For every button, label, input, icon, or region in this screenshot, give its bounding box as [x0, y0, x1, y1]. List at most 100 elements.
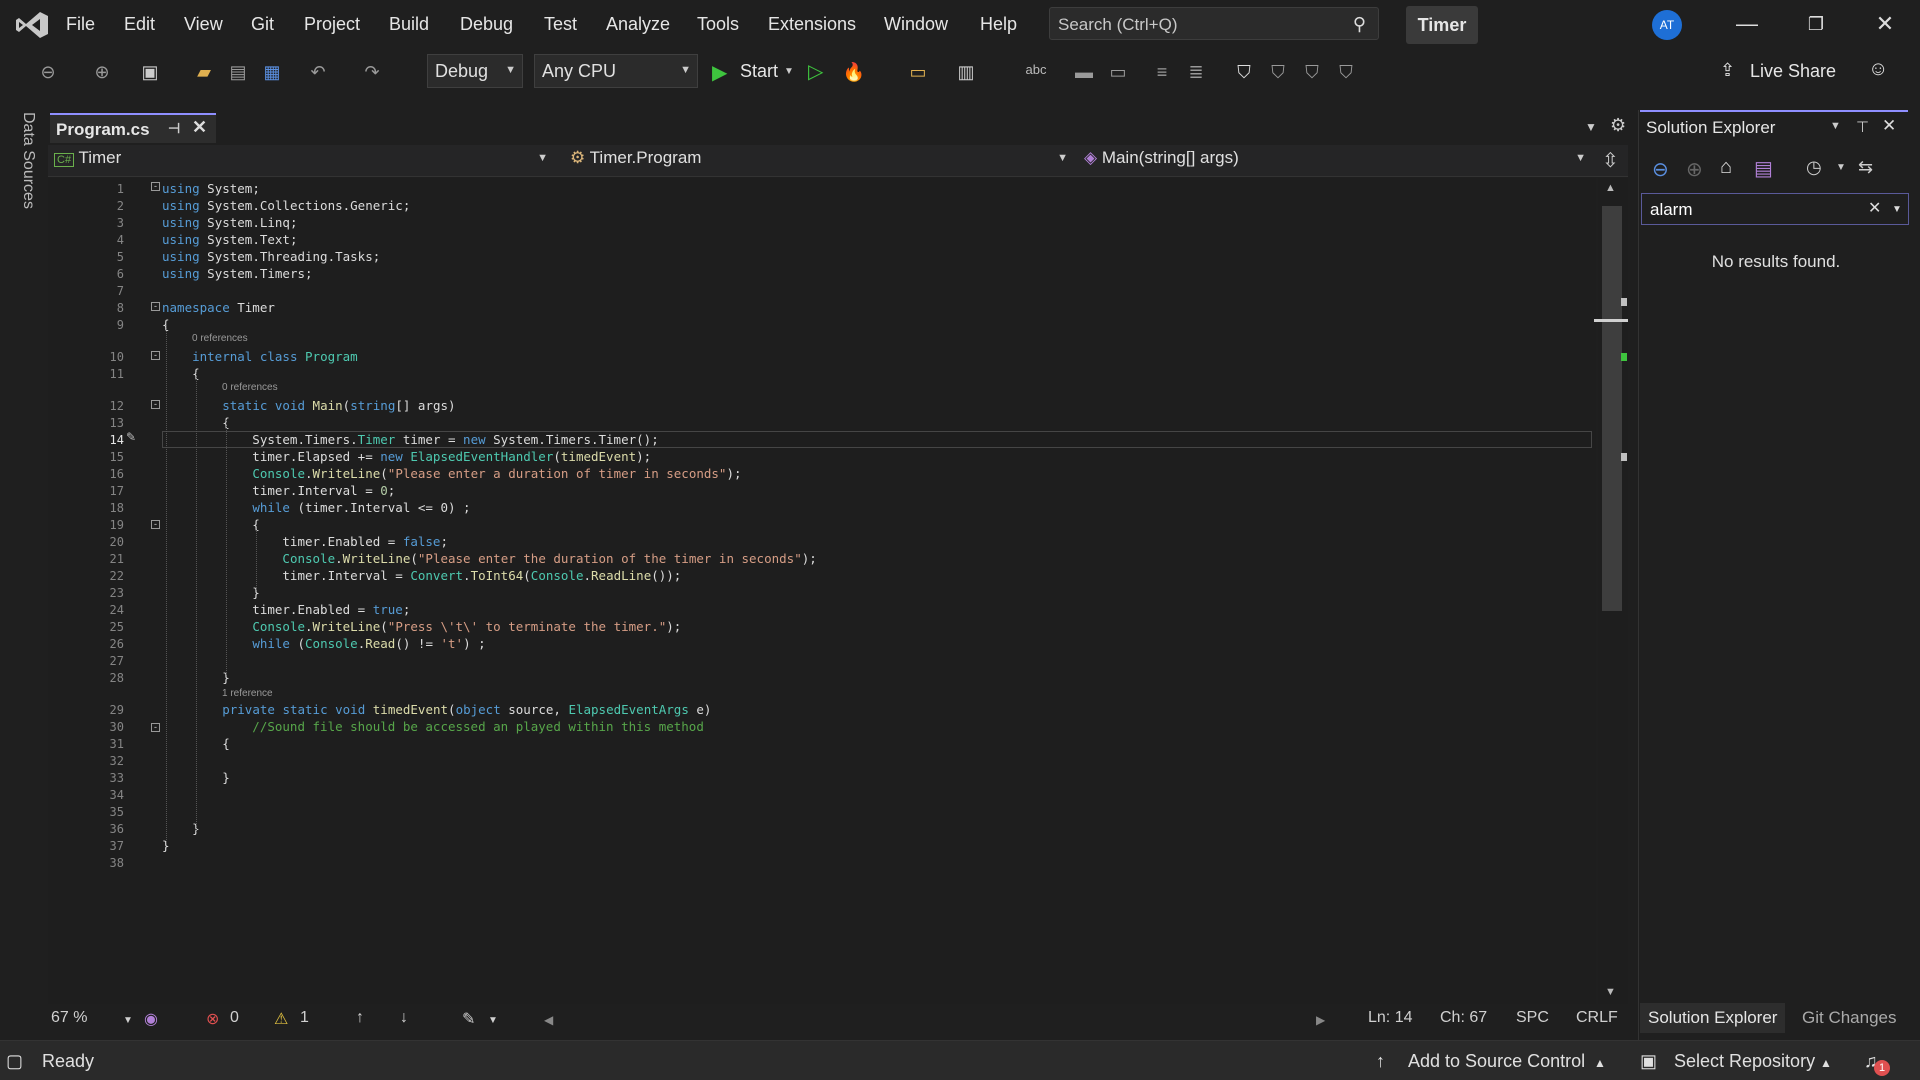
scroll-left-icon[interactable]: ◀: [544, 1013, 553, 1027]
code-line[interactable]: timer.Interval = Convert.ToInt64(Console…: [162, 568, 681, 583]
close-icon[interactable]: ✕: [1865, 8, 1905, 40]
code-line[interactable]: Console.WriteLine("Press \'t\' to termin…: [162, 619, 681, 634]
code-line[interactable]: {: [162, 366, 200, 381]
code-line[interactable]: using System;: [162, 181, 260, 196]
data-sources-tab[interactable]: Data Sources: [13, 112, 37, 232]
code-line[interactable]: //Sound file should be accessed an playe…: [162, 719, 704, 734]
member-dropdown[interactable]: ◈ Main(string[] args) ▼: [1084, 148, 1592, 174]
chevron-down-icon[interactable]: ▼: [1836, 162, 1846, 173]
line-position[interactable]: Ln: 14: [1368, 1009, 1412, 1027]
chevron-down-icon[interactable]: ▼: [488, 1015, 498, 1026]
save-all-icon[interactable]: ▦: [260, 60, 284, 84]
split-editor-icon[interactable]: ⇳: [1602, 148, 1619, 173]
switch-views-icon[interactable]: ▤: [1754, 156, 1773, 181]
bookmark-icon[interactable]: ⛉: [1232, 60, 1256, 84]
menu-item[interactable]: Build: [389, 14, 429, 35]
code-line[interactable]: Console.WriteLine("Please enter the dura…: [162, 551, 816, 566]
pin-icon[interactable]: ⊤: [1856, 118, 1869, 136]
save-icon[interactable]: ▤: [226, 60, 250, 84]
code-editor[interactable]: [48, 178, 1596, 1004]
undo-icon[interactable]: ↶: [306, 60, 330, 84]
code-line[interactable]: using System.Timers;: [162, 266, 313, 281]
start-play-icon[interactable]: ▶: [712, 60, 727, 85]
code-line[interactable]: timer.Enabled = false;: [162, 534, 448, 549]
menu-item[interactable]: View: [184, 14, 223, 35]
next-issue-icon[interactable]: ↓: [400, 1009, 408, 1027]
start-button[interactable]: Start: [740, 61, 778, 82]
close-panel-icon[interactable]: ✕: [1882, 116, 1896, 136]
line-ending[interactable]: CRLF: [1576, 1009, 1618, 1027]
clear-search-icon[interactable]: ✕: [1868, 198, 1881, 218]
code-line[interactable]: System.Timers.Timer timer = new System.T…: [162, 432, 658, 447]
start-without-debug-icon[interactable]: ▷: [808, 59, 823, 84]
feedback-icon[interactable]: ☺: [1868, 58, 1888, 81]
sync-icon[interactable]: ⇆: [1858, 157, 1873, 178]
uncomment-icon[interactable]: ▭: [1106, 60, 1130, 84]
panel-options-icon[interactable]: ▼: [1830, 120, 1841, 132]
code-cleanup-icon[interactable]: ✎: [462, 1009, 475, 1029]
code-line[interactable]: using System.Text;: [162, 232, 297, 247]
comment-icon[interactable]: ▬: [1072, 60, 1096, 84]
zoom-level[interactable]: 67 %: [51, 1009, 87, 1027]
back-icon[interactable]: ⊖: [1652, 157, 1669, 182]
menu-item[interactable]: Project: [304, 14, 360, 35]
menu-item[interactable]: Window: [884, 14, 948, 35]
code-line[interactable]: using System.Threading.Tasks;: [162, 249, 380, 264]
pin-icon[interactable]: ⊣: [168, 120, 180, 137]
collapse-icon[interactable]: -: [151, 520, 160, 529]
select-repository-button[interactable]: Select Repository: [1674, 1051, 1815, 1072]
back-icon[interactable]: ⊖: [36, 60, 60, 84]
code-line[interactable]: using System.Linq;: [162, 215, 297, 230]
code-line[interactable]: internal class Program: [162, 349, 358, 364]
error-count[interactable]: 0: [230, 1009, 239, 1027]
new-project-icon[interactable]: ▣: [138, 60, 162, 84]
avatar[interactable]: AT: [1652, 10, 1682, 40]
collapse-icon[interactable]: -: [151, 351, 160, 360]
home-icon[interactable]: ⌂: [1720, 156, 1732, 179]
collapse-icon[interactable]: -: [151, 400, 160, 409]
solution-name[interactable]: Timer: [1406, 6, 1478, 44]
code-line[interactable]: {: [162, 517, 260, 532]
previous-issue-icon[interactable]: ↑: [356, 1009, 364, 1027]
settings-gear-icon[interactable]: ⚙: [1610, 115, 1626, 136]
close-tab-icon[interactable]: ✕: [192, 117, 207, 138]
codelens-references[interactable]: 0 references: [222, 382, 278, 393]
codelens-references[interactable]: 1 reference: [222, 688, 273, 699]
output-icon[interactable]: ▢: [6, 1051, 23, 1072]
code-line[interactable]: timer.Elapsed += new ElapsedEventHandler…: [162, 449, 651, 464]
minimize-icon[interactable]: —: [1727, 8, 1767, 40]
layout-icon[interactable]: ▥: [954, 60, 978, 84]
tab-solution-explorer[interactable]: Solution Explorer: [1640, 1003, 1786, 1033]
code-line[interactable]: private static void timedEvent(object so…: [162, 702, 711, 717]
redo-icon[interactable]: ↷: [360, 60, 384, 84]
class-dropdown[interactable]: ⚙ Timer.Program ▼: [570, 148, 1074, 174]
code-line[interactable]: timer.Enabled = true;: [162, 602, 410, 617]
restore-icon[interactable]: ❐: [1796, 8, 1836, 40]
warning-count[interactable]: 1: [300, 1009, 309, 1027]
menu-item[interactable]: Test: [544, 14, 577, 35]
menu-item[interactable]: Help: [980, 14, 1017, 35]
scroll-right-icon[interactable]: ▶: [1316, 1013, 1325, 1027]
start-dropdown-icon[interactable]: ▼: [784, 66, 794, 77]
indent-icon[interactable]: ≣: [1184, 60, 1208, 84]
quick-action-brush-icon[interactable]: ✎: [126, 430, 136, 444]
collapse-icon[interactable]: -: [151, 302, 160, 311]
code-line[interactable]: namespace Timer: [162, 300, 275, 315]
document-tab[interactable]: Program.cs ⊣ ✕: [50, 113, 216, 143]
folder-icon[interactable]: ▭: [906, 60, 930, 84]
scrollbar-thumb[interactable]: [1602, 206, 1622, 611]
tab-git-changes[interactable]: Git Changes: [1794, 1003, 1905, 1033]
tab-list-icon[interactable]: ▼: [1585, 120, 1597, 134]
code-line[interactable]: Console.WriteLine("Please enter a durati…: [162, 466, 741, 481]
menu-item[interactable]: Edit: [124, 14, 155, 35]
forward-icon[interactable]: ⊕: [90, 60, 114, 84]
code-line[interactable]: while (timer.Interval <= 0) ;: [162, 500, 470, 515]
hot-reload-icon[interactable]: 🔥: [842, 60, 866, 84]
code-line[interactable]: }: [162, 585, 260, 600]
collapse-icon[interactable]: -: [151, 723, 160, 732]
code-line[interactable]: using System.Collections.Generic;: [162, 198, 410, 213]
platform-dropdown[interactable]: Any CPU ▼: [534, 54, 698, 88]
code-line[interactable]: while (Console.Read() != 't') ;: [162, 636, 485, 651]
search-options-icon[interactable]: ▼: [1892, 204, 1902, 215]
whitespace-mode[interactable]: SPC: [1516, 1009, 1549, 1027]
